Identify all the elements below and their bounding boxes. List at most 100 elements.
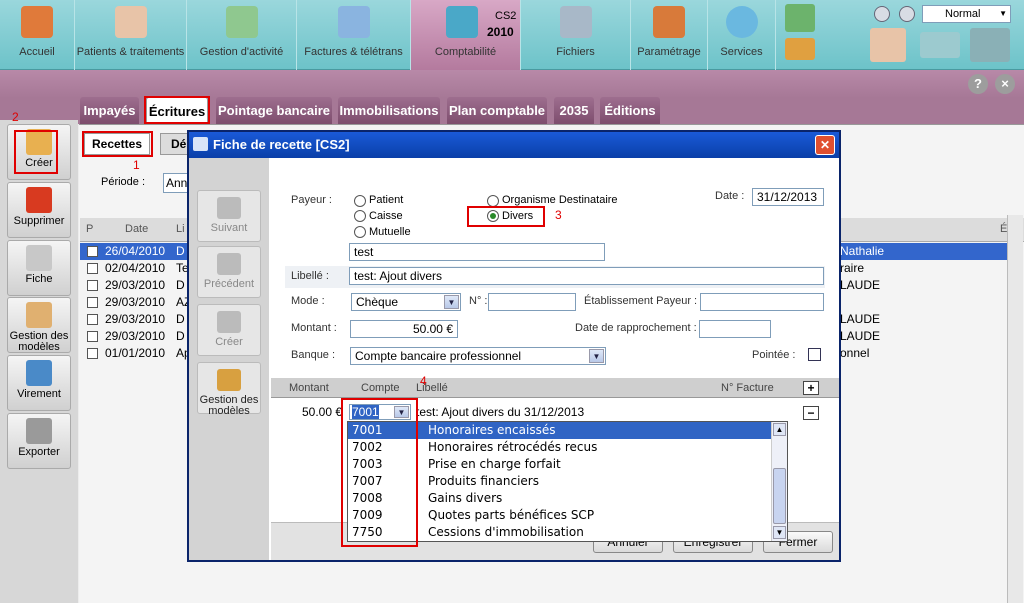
model-management-button[interactable]: Gestion des modèles bbox=[7, 297, 71, 353]
montant-label: Montant : bbox=[291, 322, 337, 334]
toolbar-comptabilite[interactable]: CS2 2010 Comptabilité bbox=[411, 0, 521, 70]
arrow-left-icon bbox=[217, 253, 241, 275]
libelle-field[interactable]: test: Ajout divers bbox=[349, 267, 824, 285]
num-label: N° : bbox=[469, 295, 488, 307]
rappro-field[interactable] bbox=[699, 320, 771, 338]
scroll-down-icon[interactable]: ▼ bbox=[773, 526, 786, 539]
main-toolbar: Accueil Patients & traitements Gestion d… bbox=[0, 0, 1024, 70]
dropdown-item[interactable]: 7003 Prise en charge forfait bbox=[348, 456, 771, 473]
mode-label: Mode : bbox=[291, 295, 325, 307]
row-checkbox[interactable] bbox=[87, 314, 98, 325]
scroll-thumb[interactable] bbox=[773, 468, 786, 524]
radio-patient[interactable] bbox=[354, 195, 366, 207]
montant-field[interactable]: 50.00 € bbox=[350, 320, 458, 338]
num-field[interactable] bbox=[488, 293, 576, 311]
tab-2035[interactable]: 2035 bbox=[554, 97, 594, 124]
section-header-bar: ? × bbox=[0, 70, 1024, 98]
etab-label: Établissement Payeur : bbox=[584, 295, 698, 307]
transfer-button[interactable]: Virement bbox=[7, 355, 71, 411]
row-checkbox[interactable] bbox=[87, 280, 98, 291]
toolbar-accueil[interactable]: Accueil bbox=[0, 0, 75, 70]
back-icon[interactable] bbox=[874, 6, 890, 22]
remove-line-button[interactable]: − bbox=[803, 406, 819, 420]
date-field[interactable]: 31/12/2013 bbox=[752, 188, 824, 206]
dropdown-scrollbar[interactable]: ▲ ▼ bbox=[771, 422, 787, 541]
radio-mutuelle[interactable] bbox=[354, 226, 366, 238]
toolbar-patients[interactable]: Patients & traitements bbox=[75, 0, 187, 70]
toolbar-fichiers[interactable]: Fichiers bbox=[521, 0, 631, 70]
compte-select[interactable]: 7001 ▼ bbox=[349, 404, 411, 420]
toolbar-services[interactable]: Services bbox=[708, 0, 776, 70]
toolbar-parametrage[interactable]: Paramétrage bbox=[631, 0, 708, 70]
tab-immobilisations[interactable]: Immobilisations bbox=[338, 97, 440, 124]
lines-grid-row[interactable]: 50.00 € 7001 ▼ test: Ajout divers du 31/1… bbox=[271, 403, 839, 421]
gears-icon bbox=[653, 6, 685, 38]
pencil-icon[interactable] bbox=[785, 38, 815, 60]
next-button[interactable]: Suivant bbox=[197, 190, 261, 242]
previous-button[interactable]: Précédent bbox=[197, 246, 261, 298]
annotation-1: 1 bbox=[133, 158, 140, 172]
dropdown-item[interactable]: 7001 Honoraires encaissés bbox=[348, 422, 771, 439]
payeur-label: Payeur : bbox=[291, 194, 332, 206]
view-mode-select[interactable]: Normal ▼ bbox=[922, 5, 1011, 23]
add-line-button[interactable]: + bbox=[803, 381, 819, 395]
tab-ecritures[interactable]: Écritures bbox=[146, 97, 208, 124]
compte-dropdown-list: 7001 Honoraires encaissés 7002 Honoraires … bbox=[347, 421, 788, 542]
radio-divers[interactable] bbox=[487, 210, 499, 222]
export-button[interactable]: Exporter bbox=[7, 413, 71, 469]
records-scrollbar[interactable] bbox=[1007, 215, 1023, 603]
phone-icon[interactable] bbox=[970, 28, 1010, 62]
tab-editions[interactable]: Éditions bbox=[600, 97, 660, 124]
toolbar-factures[interactable]: Factures & télétrans bbox=[297, 0, 411, 70]
row-checkbox[interactable] bbox=[87, 263, 98, 274]
database-icon bbox=[559, 6, 592, 38]
banque-label: Banque : bbox=[291, 349, 336, 361]
dropdown-item[interactable]: 7002 Honoraires rétrocédés recus bbox=[348, 439, 771, 456]
card-icon[interactable] bbox=[920, 32, 960, 58]
dropdown-item[interactable]: 7007 Produits financiers bbox=[348, 473, 771, 490]
periode-select[interactable]: Ann bbox=[163, 173, 189, 193]
dialog-models-button[interactable]: Gestion des modèles bbox=[197, 362, 261, 417]
delete-button[interactable]: Supprimer bbox=[7, 182, 71, 238]
record-card-button[interactable]: Fiche bbox=[7, 240, 71, 296]
templates-icon bbox=[217, 369, 241, 391]
forward-icon[interactable] bbox=[899, 6, 915, 22]
radio-caisse[interactable] bbox=[354, 210, 366, 222]
delete-x-icon bbox=[26, 187, 52, 213]
row-checkbox[interactable] bbox=[87, 297, 98, 308]
row-checkbox[interactable] bbox=[87, 331, 98, 342]
etab-field[interactable] bbox=[700, 293, 824, 311]
dialog-sidebar: Suivant Précédent Créer Gestion des modè… bbox=[189, 158, 269, 560]
toolbar-gestion-activite[interactable]: Gestion d'activité bbox=[187, 0, 297, 70]
chart-tool-icon[interactable] bbox=[785, 4, 815, 32]
banque-select[interactable]: Compte bancaire professionnel ▼ bbox=[350, 347, 606, 365]
dialog-close-icon[interactable]: ✕ bbox=[815, 135, 835, 155]
subtab-recettes[interactable]: Recettes bbox=[84, 133, 150, 155]
subtab-depenses[interactable]: Dé bbox=[160, 133, 190, 155]
dropdown-item[interactable]: 7009 Quotes parts bénéfices SCP bbox=[348, 507, 771, 524]
help-icon[interactable]: ? bbox=[968, 74, 988, 94]
annotation-3: 3 bbox=[555, 208, 562, 222]
payeur-name-field[interactable]: test bbox=[349, 243, 605, 261]
row-checkbox[interactable] bbox=[87, 348, 98, 359]
mode-select[interactable]: Chèque ▼ bbox=[351, 293, 461, 311]
create-button[interactable]: Créer bbox=[7, 124, 71, 180]
radio-organisme[interactable] bbox=[487, 195, 499, 207]
new-document-icon bbox=[217, 311, 241, 333]
annotation-4: 4 bbox=[420, 374, 427, 388]
tab-pointage-bancaire[interactable]: Pointage bancaire bbox=[216, 97, 332, 124]
dropdown-item[interactable]: 7750 Cessions d'immobilisation bbox=[348, 524, 771, 541]
close-icon[interactable]: × bbox=[995, 74, 1015, 94]
user-icon[interactable] bbox=[870, 28, 906, 62]
dialog-create-button[interactable]: Créer bbox=[197, 304, 261, 356]
row-checkbox[interactable] bbox=[87, 246, 98, 257]
floppy-icon bbox=[26, 418, 52, 444]
col-libelle: Li bbox=[176, 223, 185, 235]
tab-impayes[interactable]: Impayés bbox=[80, 97, 139, 124]
scroll-up-icon[interactable]: ▲ bbox=[773, 423, 786, 436]
pointee-checkbox[interactable] bbox=[808, 348, 821, 361]
tab-plan-comptable[interactable]: Plan comptable bbox=[447, 97, 547, 124]
rappro-label: Date de rapprochement : bbox=[575, 322, 697, 334]
libelle-label: Libellé : bbox=[291, 270, 329, 282]
dropdown-item[interactable]: 7008 Gains divers bbox=[348, 490, 771, 507]
